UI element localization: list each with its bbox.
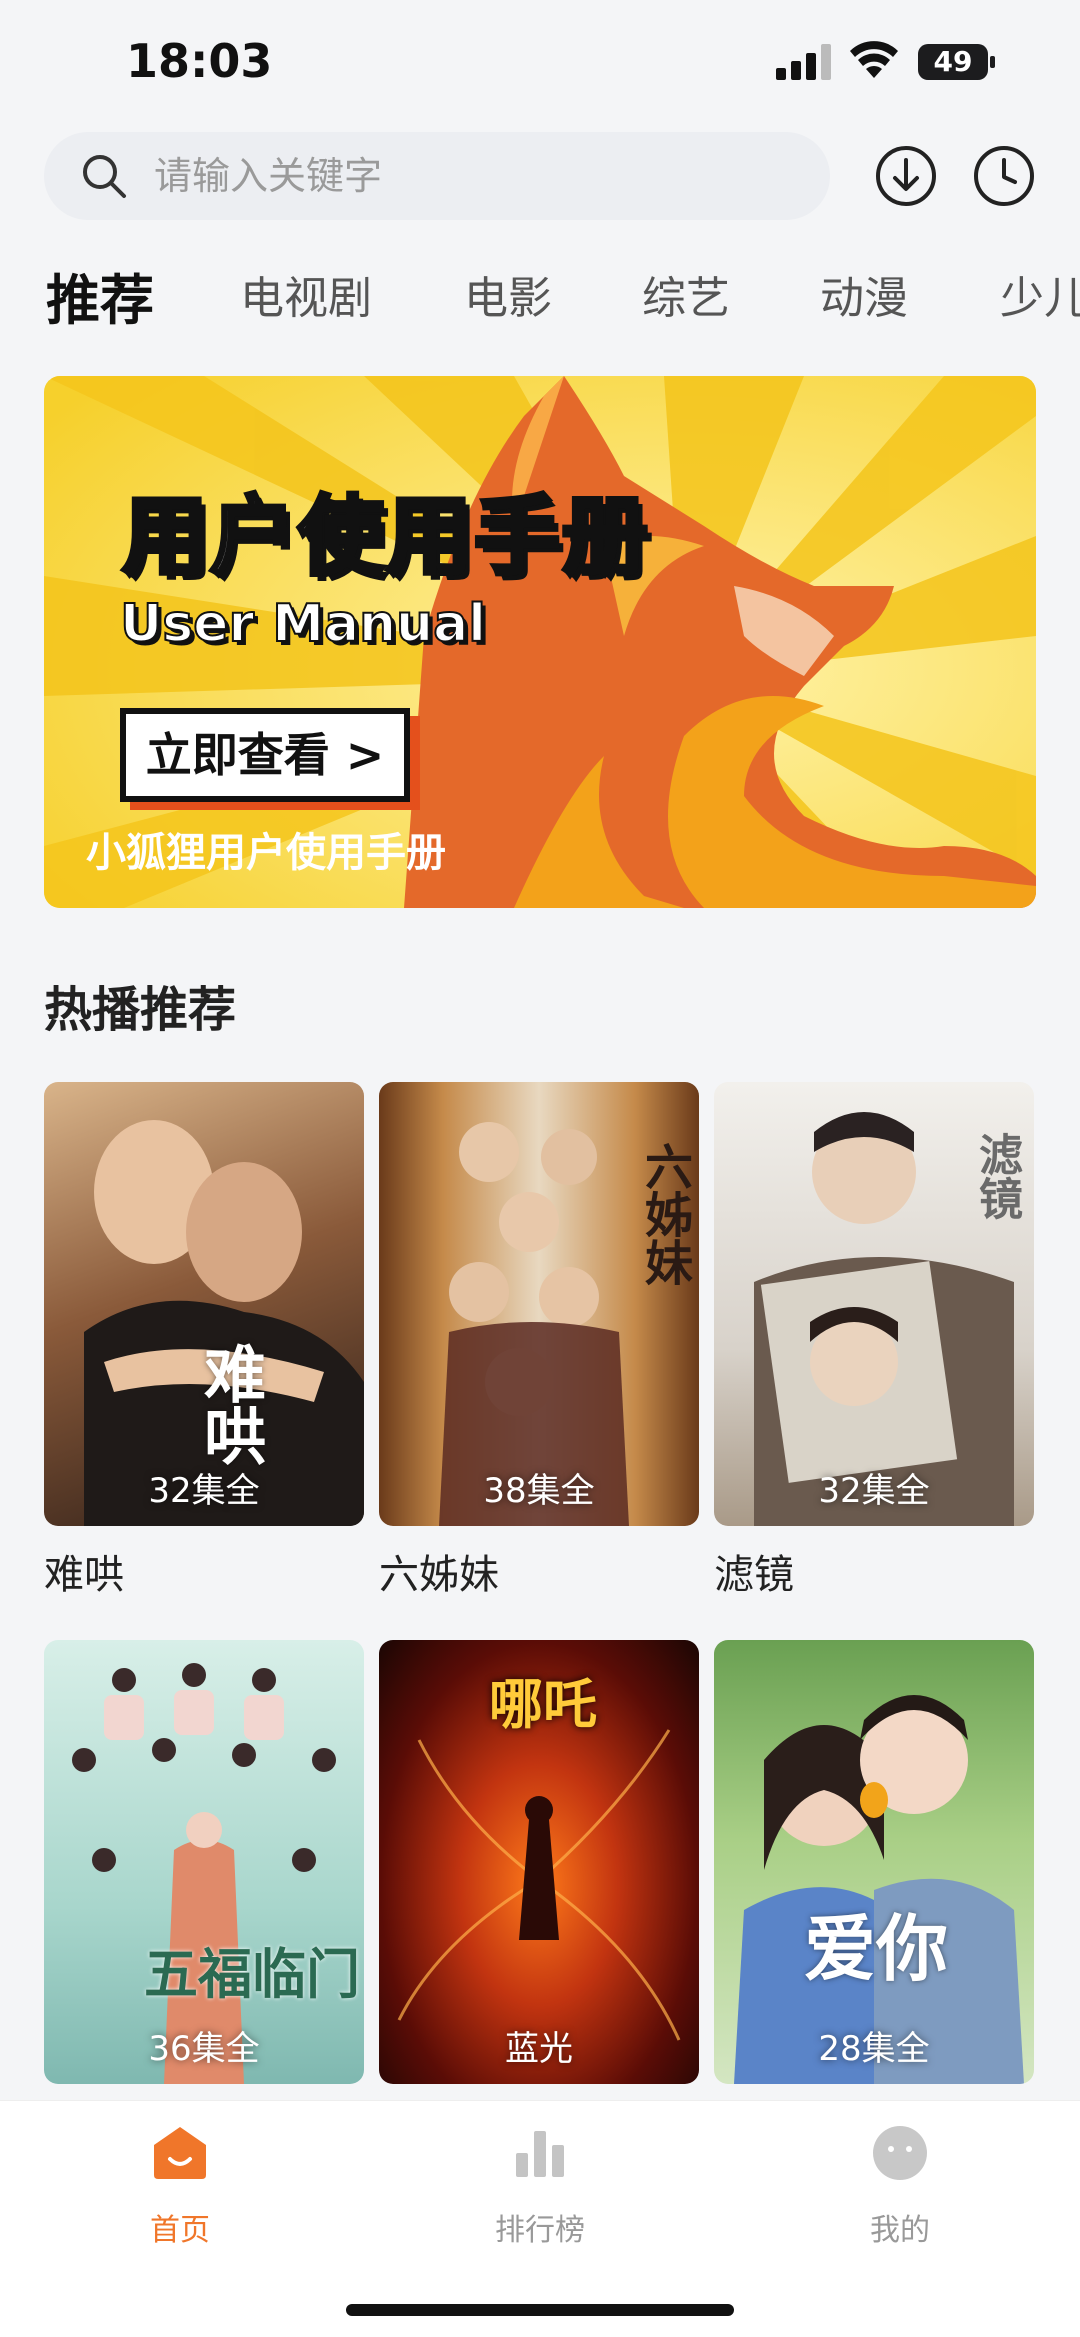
section-title: 热播推荐 bbox=[44, 982, 237, 1038]
nav-label: 排行榜 bbox=[495, 2213, 585, 2248]
nav-label: 我的 bbox=[870, 2213, 930, 2248]
home-icon bbox=[154, 2127, 206, 2179]
view-now-button[interactable]: 立即查看 > bbox=[120, 708, 410, 802]
poster-title-art: 难哄 bbox=[193, 1342, 266, 1466]
card-title[interactable]: 难哄 bbox=[44, 1542, 124, 1600]
history-icon[interactable] bbox=[972, 144, 1036, 208]
episode-badge: 36集全 bbox=[148, 2029, 260, 2069]
status-time: 18:03 bbox=[126, 34, 273, 88]
tab-recommend[interactable]: 推荐 bbox=[46, 256, 154, 335]
cellular-signal-icon bbox=[776, 44, 831, 80]
poster-image[interactable]: 五福临门 36集全 bbox=[44, 1640, 364, 2084]
poster-image[interactable]: 哪吒 蓝光 bbox=[379, 1640, 699, 2084]
poster-art bbox=[72, 1663, 336, 2084]
status-bar: 18:03 49 bbox=[0, 0, 1080, 120]
battery-level: 49 bbox=[933, 45, 973, 78]
wifi-icon bbox=[850, 41, 898, 78]
bottom-nav: 首页 排行榜 我的 bbox=[0, 2100, 1080, 2337]
poster-title-art: 哪吒 bbox=[489, 1672, 597, 1736]
episode-badge: 32集全 bbox=[818, 1471, 930, 1511]
nav-profile[interactable]: 我的 bbox=[800, 2123, 1000, 2249]
poster-image[interactable]: 爱你 28集全 bbox=[714, 1640, 1034, 2084]
card-title[interactable]: 滤镜 bbox=[714, 1542, 794, 1600]
poster-title-art: 爱你 bbox=[804, 1906, 949, 1991]
promo-banner[interactable]: 用户使用手册 User Manual 立即查看 > 小狐狸用户使用手册 bbox=[44, 376, 1036, 908]
search-input[interactable] bbox=[154, 148, 794, 204]
poster-image[interactable]: 滤镜 32集全 bbox=[714, 1082, 1034, 1526]
poster-image[interactable]: 六姊妹 38集全 bbox=[379, 1082, 699, 1526]
poster-title-art: 滤镜 bbox=[971, 1132, 1022, 1220]
poster-art bbox=[734, 1695, 1024, 2084]
episode-badge: 28集全 bbox=[818, 2029, 930, 2069]
tab-tv-series[interactable]: 电视剧 bbox=[240, 262, 372, 326]
poster-title-art: 五福临门 bbox=[144, 1942, 360, 2006]
home-indicator bbox=[346, 2304, 734, 2316]
tab-anime[interactable]: 动漫 bbox=[820, 262, 908, 326]
battery-icon: 49 bbox=[918, 44, 996, 80]
nav-home[interactable]: 首页 bbox=[80, 2123, 280, 2249]
search-bar[interactable] bbox=[44, 132, 830, 220]
banner-caption: 小狐狸用户使用手册 bbox=[86, 830, 446, 876]
episode-badge: 32集全 bbox=[148, 1471, 260, 1511]
poster-title-art: 六姊妹 bbox=[636, 1142, 692, 1286]
episode-badge: 38集全 bbox=[483, 1471, 595, 1511]
ranking-icon bbox=[516, 2131, 564, 2177]
poster-image[interactable]: 难哄 32集全 bbox=[44, 1082, 364, 1526]
tab-variety[interactable]: 综艺 bbox=[642, 262, 730, 326]
quality-badge: 蓝光 bbox=[505, 2029, 573, 2069]
category-tabs: 推荐 电视剧 电影 综艺 动漫 少儿 bbox=[0, 250, 1080, 340]
tab-movies[interactable]: 电影 bbox=[464, 262, 552, 326]
download-icon[interactable] bbox=[874, 144, 938, 208]
banner-title: 用户使用手册 bbox=[120, 485, 650, 589]
nav-ranking[interactable]: 排行榜 bbox=[440, 2123, 640, 2249]
search-icon bbox=[83, 155, 126, 198]
nav-label: 首页 bbox=[150, 2213, 210, 2248]
profile-icon bbox=[873, 2126, 927, 2180]
tab-kids[interactable]: 少儿 bbox=[1000, 262, 1080, 326]
banner-subtitle: User Manual bbox=[119, 593, 487, 655]
card-title[interactable]: 六姊妹 bbox=[379, 1542, 499, 1600]
